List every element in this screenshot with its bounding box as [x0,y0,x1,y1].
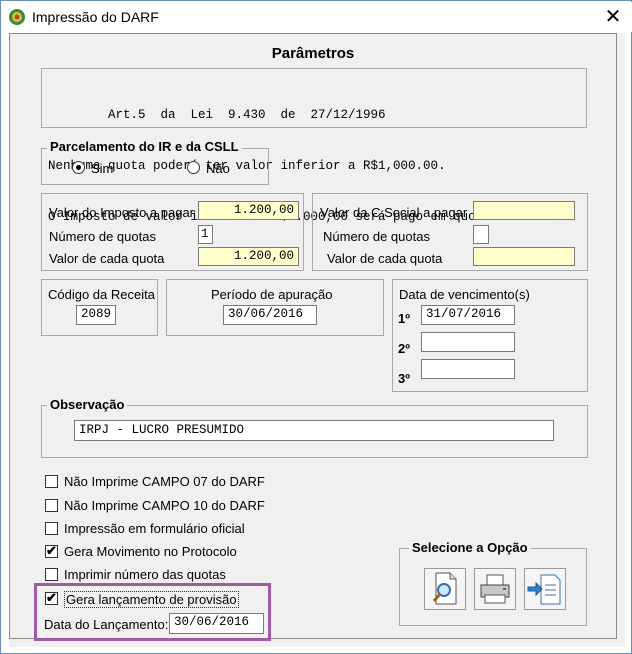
codigo-field[interactable]: 2089 [76,305,116,325]
periodo-field[interactable]: 30/06/2016 [223,305,317,325]
ir-valor-label: Valor do Imposto a pagar [49,205,195,220]
close-icon: ✕ [604,6,622,28]
venc-date-2[interactable] [421,332,515,352]
radio-sim-label: Sim [91,161,114,176]
checkbox-nao-imprime-07[interactable] [45,475,58,488]
periodo-label: Período de apuração [211,287,333,302]
export-button[interactable] [524,568,566,610]
print-button[interactable] [474,568,516,610]
law-line-1: Art.5 da Lei 9.430 de 27/12/1996 [108,108,386,122]
dialog-body: Parâmetros Art.5 da Lei 9.430 de 27/12/1… [9,33,625,647]
checkbox-imprimir-quotas-label: Imprimir número das quotas [64,567,226,582]
venc-date-3[interactable] [421,359,515,379]
export-icon [527,574,561,605]
csll-valor-field[interactable] [473,201,575,220]
preview-icon [432,572,457,605]
preview-button[interactable] [424,568,466,610]
checkbox-gera-movimento-label: Gera Movimento no Protocolo [64,544,237,559]
window-title: Impressão do DARF [32,9,159,25]
checkbox-gera-lancamento[interactable]: ✔ [45,590,58,605]
checkbox-gera-lancamento-label: Gera lançamento de provisão [64,591,239,608]
checkbox-nao-imprime-10[interactable] [45,499,58,512]
observacao-label: Observação [47,397,128,412]
venc-ord-3: 3º [398,371,410,386]
checkbox-nao-imprime-07-label: Não Imprime CAMPO 07 do DARF [64,474,265,489]
lancamento-label: Data do Lançamento: [44,617,169,632]
checkbox-gera-movimento[interactable]: ✔ [45,543,58,558]
checkbox-imprimir-quotas[interactable] [45,568,58,581]
app-icon [9,9,25,25]
ir-valor-field[interactable]: 1.200,00 [198,201,299,220]
checkbox-formulario-oficial[interactable] [45,522,58,535]
venc-ord-2: 2º [398,341,410,356]
codigo-label: Código da Receita [48,287,155,302]
csll-valor-label: Valor da C.Social a pagar [320,205,468,220]
printer-icon [480,574,510,604]
section-title: Parâmetros [271,45,355,62]
ir-quotas-label: Número de quotas [49,229,156,244]
checkbox-formulario-oficial-label: Impressão em formulário oficial [64,521,245,536]
radio-nao[interactable] [187,161,200,174]
checkmark-icon: ✔ [46,590,57,605]
observacao-field[interactable]: IRPJ - LUCRO PRESUMIDO [74,420,554,441]
csll-cada-field[interactable] [473,247,575,266]
ir-quotas-field[interactable]: 1 [198,225,213,244]
law-text-box: Art.5 da Lei 9.430 de 27/12/1996 Nenhuma… [41,68,587,224]
csll-quotas-field[interactable] [473,225,489,244]
close-button[interactable]: ✕ [594,4,632,30]
venc-date-1[interactable]: 31/07/2016 [421,305,515,325]
vencimento-label: Data de vencimento(s) [399,287,530,302]
ir-cada-label: Valor de cada quota [49,251,165,266]
title-bar: Impressão do DARF ✕ [2,2,632,32]
csll-cada-label: Valor de cada quota [327,251,443,266]
parcelamento-title: Parcelamento do IR e da CSLL [47,139,242,154]
opcoes-title: Selecione a Opção [409,540,531,555]
checkmark-icon: ✔ [46,543,57,558]
ir-cada-field[interactable]: 1.200,00 [198,247,299,266]
window: Impressão do DARF ✕ Parâmetros Art.5 da … [0,0,632,654]
radio-sim-dot [76,165,81,170]
radio-nao-label: Não [206,161,230,176]
venc-ord-1: 1º [398,311,410,326]
csll-quotas-label: Número de quotas [323,229,430,244]
lancamento-field[interactable]: 30/06/2016 [169,613,264,634]
radio-sim[interactable] [72,161,85,174]
checkbox-nao-imprime-10-label: Não Imprime CAMPO 10 do DARF [64,498,265,513]
